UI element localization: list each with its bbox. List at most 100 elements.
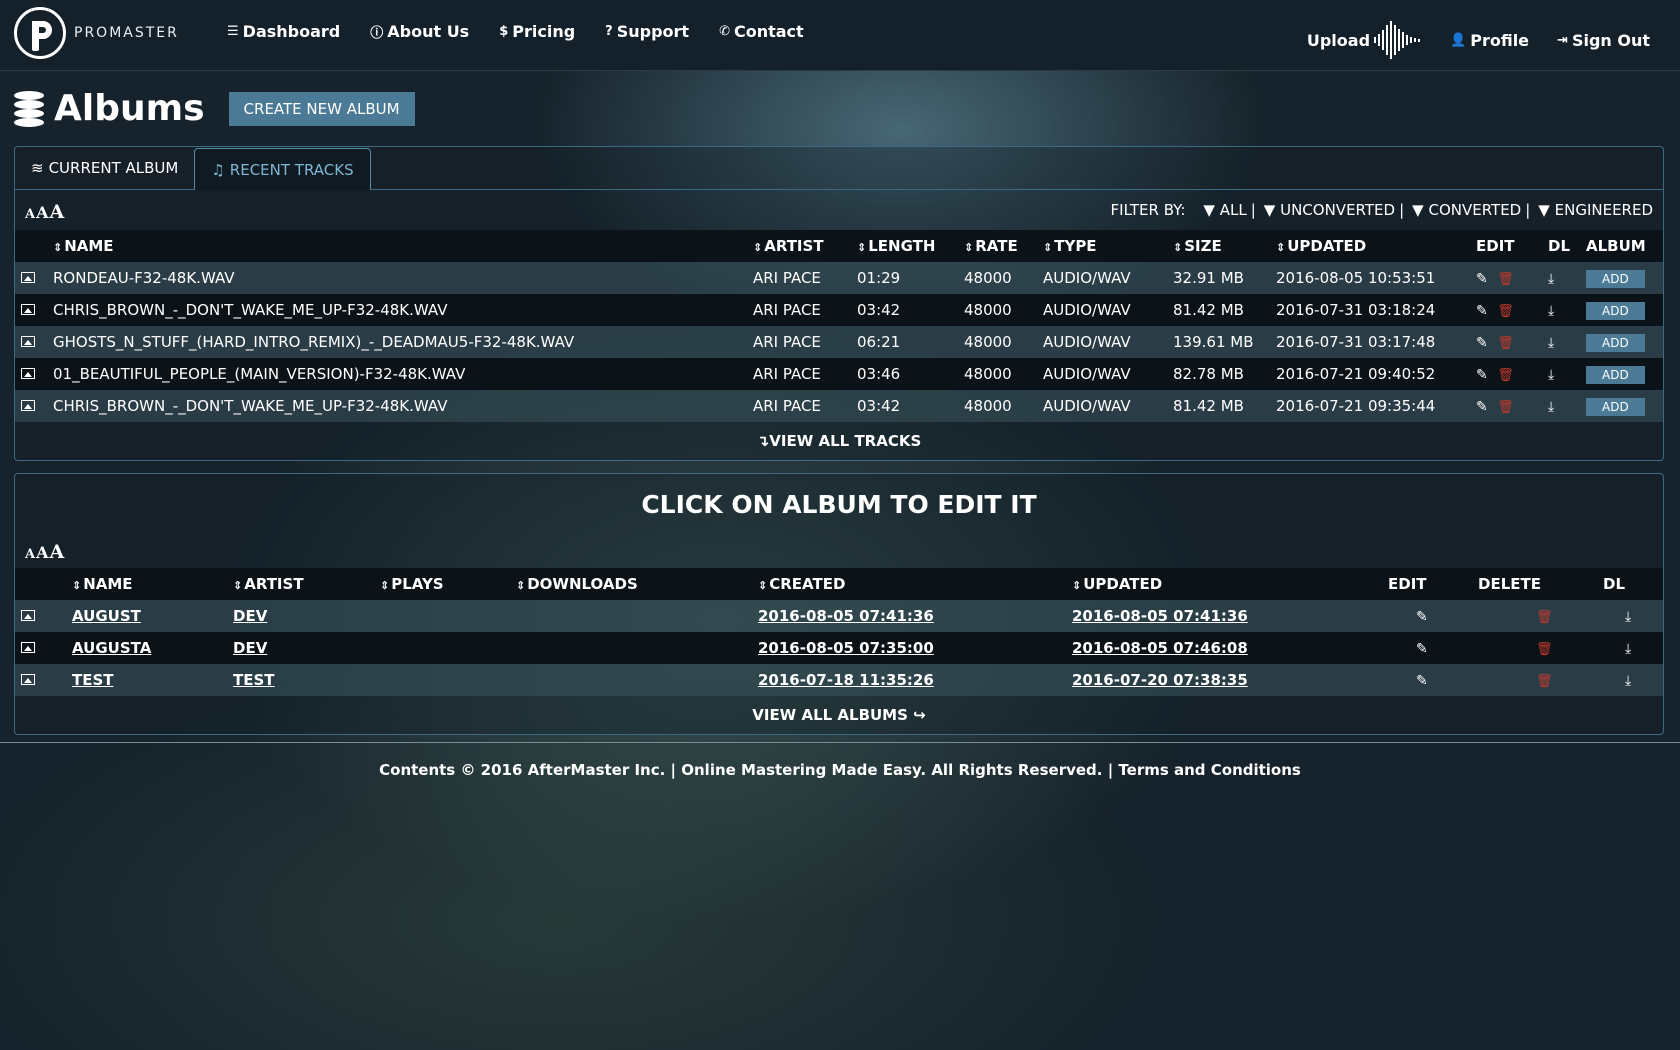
trash-icon[interactable]: 🗑 xyxy=(1497,304,1514,319)
col-type[interactable]: ⇕ TYPE xyxy=(1043,230,1173,262)
album-created-link[interactable]: 2016-08-05 07:41:36 xyxy=(758,607,934,625)
album-artist-link[interactable]: DEV xyxy=(233,607,267,625)
col-rate[interactable]: ⇕ RATE xyxy=(964,230,1043,262)
col-name[interactable]: ⇕ NAME xyxy=(72,568,233,600)
download-icon[interactable]: ⤓ xyxy=(1548,367,1554,383)
image-icon[interactable] xyxy=(21,368,35,379)
album-artist-link[interactable]: TEST xyxy=(233,671,275,689)
trash-icon[interactable]: 🗑 xyxy=(1536,674,1553,689)
col-artist[interactable]: ⇕ ARTIST xyxy=(233,568,380,600)
track-rate: 48000 xyxy=(964,358,1043,390)
image-icon[interactable] xyxy=(21,400,35,411)
font-medium-button[interactable]: A xyxy=(36,203,48,222)
edit-icon[interactable]: ✎ xyxy=(1476,367,1488,383)
track-length: 03:46 xyxy=(857,358,964,390)
col-artist[interactable]: ⇕ ARTIST xyxy=(753,230,857,262)
font-large-button[interactable]: A xyxy=(50,541,65,563)
album-name-link[interactable]: TEST xyxy=(72,671,114,689)
filter-engineered[interactable]: ▼ ENGINEERED xyxy=(1538,201,1653,219)
col-downloads[interactable]: ⇕ DOWNLOADS xyxy=(516,568,758,600)
track-size: 32.91 MB xyxy=(1173,262,1276,294)
edit-icon[interactable]: ✎ xyxy=(1476,335,1488,351)
image-icon[interactable] xyxy=(21,272,35,283)
edit-icon[interactable]: ✎ xyxy=(1476,399,1488,415)
nav-about-us[interactable]: ⓘ About Us xyxy=(370,22,469,41)
album-updated-link[interactable]: 2016-08-05 07:41:36 xyxy=(1072,607,1248,625)
add-to-album-button[interactable]: ADD xyxy=(1586,269,1645,288)
album-row[interactable]: AUGUST DEV 2016-08-05 07:41:36 2016-08-05 0… xyxy=(15,600,1663,632)
albums-table: ⇕ NAME ⇕ ARTIST ⇕ PLAYS ⇕ DOWNLOADS ⇕ CREATED… xyxy=(15,568,1663,696)
nav-dashboard[interactable]: ☰ Dashboard xyxy=(227,22,340,41)
view-all-tracks-link[interactable]: ↴VIEW ALL TRACKS xyxy=(15,422,1663,460)
edit-icon[interactable]: ✎ xyxy=(1476,271,1488,287)
font-small-button[interactable]: A xyxy=(25,207,35,222)
col-updated[interactable]: ⇕ UPDATED xyxy=(1072,568,1388,600)
filter-all[interactable]: ▼ ALL xyxy=(1203,201,1246,219)
edit-icon[interactable]: ✎ xyxy=(1416,673,1428,689)
album-name-link[interactable]: AUGUSTA xyxy=(72,639,151,657)
nav-profile[interactable]: 👤 Profile xyxy=(1450,31,1529,50)
download-icon[interactable]: ⤓ xyxy=(1625,673,1631,689)
trash-icon[interactable]: 🗑 xyxy=(1536,642,1553,657)
album-row[interactable]: AUGUSTA DEV 2016-08-05 07:35:00 2016-08-05 … xyxy=(15,632,1663,664)
download-icon[interactable]: ⤓ xyxy=(1548,303,1554,319)
track-updated: 2016-07-31 03:18:24 xyxy=(1276,294,1476,326)
add-to-album-button[interactable]: ADD xyxy=(1586,301,1645,320)
nav-sign-out[interactable]: ⇥ Sign Out xyxy=(1557,31,1650,50)
download-icon[interactable]: ⤓ xyxy=(1625,609,1631,625)
album-row[interactable]: TEST TEST 2016-07-18 11:35:26 2016-07-20 07… xyxy=(15,664,1663,696)
col-size[interactable]: ⇕ SIZE xyxy=(1173,230,1276,262)
nav-upload[interactable]: Upload xyxy=(1307,20,1422,60)
col-name[interactable]: ⇕ NAME xyxy=(53,230,753,262)
track-size: 81.42 MB xyxy=(1173,294,1276,326)
download-icon[interactable]: ⤓ xyxy=(1625,641,1631,657)
filter-icon: ▼ xyxy=(1203,201,1215,219)
col-created[interactable]: ⇕ CREATED xyxy=(758,568,1072,600)
view-all-albums-link[interactable]: VIEW ALL ALBUMS ↪ xyxy=(15,696,1663,734)
image-icon[interactable] xyxy=(21,336,35,347)
nav-contact[interactable]: ✆ Contact xyxy=(719,22,804,41)
tab-recent-tracks[interactable]: ♫ RECENT TRACKS xyxy=(194,148,371,190)
image-icon[interactable] xyxy=(21,674,35,685)
font-small-button[interactable]: A xyxy=(25,547,35,562)
brand-name: PROMASTER xyxy=(74,25,179,41)
edit-icon[interactable]: ✎ xyxy=(1476,303,1488,319)
tab-current-album[interactable]: ≋ CURRENT ALBUM xyxy=(15,147,194,189)
album-created-link[interactable]: 2016-07-18 11:35:26 xyxy=(758,671,934,689)
album-created-link[interactable]: 2016-08-05 07:35:00 xyxy=(758,639,934,657)
edit-icon[interactable]: ✎ xyxy=(1416,609,1428,625)
album-artist-link[interactable]: DEV xyxy=(233,639,267,657)
add-to-album-button[interactable]: ADD xyxy=(1586,397,1645,416)
album-name-link[interactable]: AUGUST xyxy=(72,607,141,625)
trash-icon[interactable]: 🗑 xyxy=(1536,610,1553,625)
image-icon[interactable] xyxy=(21,610,35,621)
col-plays[interactable]: ⇕ PLAYS xyxy=(380,568,516,600)
nav-pricing[interactable]: $ Pricing xyxy=(499,22,575,41)
brand-logo[interactable]: PROMASTER xyxy=(14,7,179,59)
trash-icon[interactable]: 🗑 xyxy=(1497,400,1514,415)
filter-converted[interactable]: ▼ CONVERTED xyxy=(1412,201,1521,219)
col-length[interactable]: ⇕ LENGTH xyxy=(857,230,964,262)
sliders-icon: ☰ xyxy=(227,24,239,39)
font-medium-button[interactable]: A xyxy=(36,543,48,562)
database-icon: ≋ xyxy=(31,159,44,177)
album-updated-link[interactable]: 2016-07-20 07:38:35 xyxy=(1072,671,1248,689)
trash-icon[interactable]: 🗑 xyxy=(1497,336,1514,351)
download-icon[interactable]: ⤓ xyxy=(1548,335,1554,351)
create-album-button[interactable]: CREATE NEW ALBUM xyxy=(228,91,415,126)
trash-icon[interactable]: 🗑 xyxy=(1497,368,1514,383)
album-updated-link[interactable]: 2016-08-05 07:46:08 xyxy=(1072,639,1248,657)
font-large-button[interactable]: A xyxy=(50,201,65,223)
nav-support[interactable]: ? Support xyxy=(605,22,689,41)
col-album: ALBUM xyxy=(1586,230,1663,262)
filter-unconverted[interactable]: ▼ UNCONVERTED xyxy=(1264,201,1395,219)
add-to-album-button[interactable]: ADD xyxy=(1586,365,1645,384)
col-updated[interactable]: ⇕ UPDATED xyxy=(1276,230,1476,262)
edit-icon[interactable]: ✎ xyxy=(1416,641,1428,657)
trash-icon[interactable]: 🗑 xyxy=(1497,272,1514,287)
image-icon[interactable] xyxy=(21,642,35,653)
download-icon[interactable]: ⤓ xyxy=(1548,271,1554,287)
add-to-album-button[interactable]: ADD xyxy=(1586,333,1645,352)
download-icon[interactable]: ⤓ xyxy=(1548,399,1554,415)
image-icon[interactable] xyxy=(21,304,35,315)
